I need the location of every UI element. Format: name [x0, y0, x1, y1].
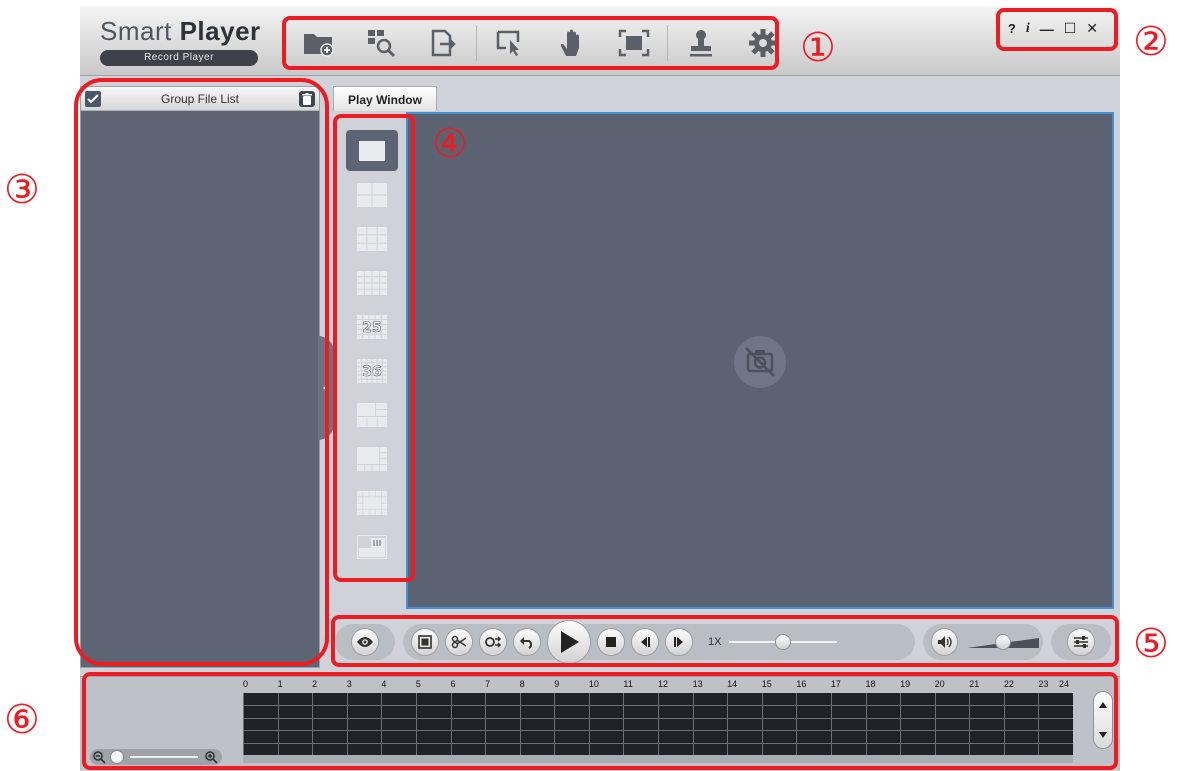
- annotation-number-1: ①: [800, 25, 836, 71]
- annotation-number-6: ⑥: [4, 697, 40, 743]
- annotation-number-5: ⑤: [1133, 621, 1169, 667]
- annotation-box-toolbar: [282, 16, 779, 70]
- brand-logo: Smart Player Record Player: [100, 16, 280, 66]
- annotation-box-split-selector: [333, 114, 415, 582]
- no-video-camera-icon: [734, 336, 786, 388]
- brand-subtitle: Record Player: [100, 50, 258, 66]
- video-display[interactable]: [406, 112, 1114, 609]
- tab-play-window[interactable]: Play Window: [333, 86, 437, 112]
- annotation-box-timeline: [82, 672, 1118, 770]
- annotation-number-2: ②: [1133, 19, 1169, 65]
- brand-title: Smart Player: [100, 16, 280, 46]
- annotation-box-controls: [331, 615, 1119, 667]
- annotation-number-4: ④: [432, 121, 468, 167]
- annotation-number-3: ③: [4, 167, 40, 213]
- annotation-box-window-controls: [996, 8, 1118, 51]
- annotation-box-file-list: [74, 78, 329, 666]
- brand-title-bold: Player: [179, 16, 261, 46]
- brand-title-light: Smart: [100, 16, 172, 46]
